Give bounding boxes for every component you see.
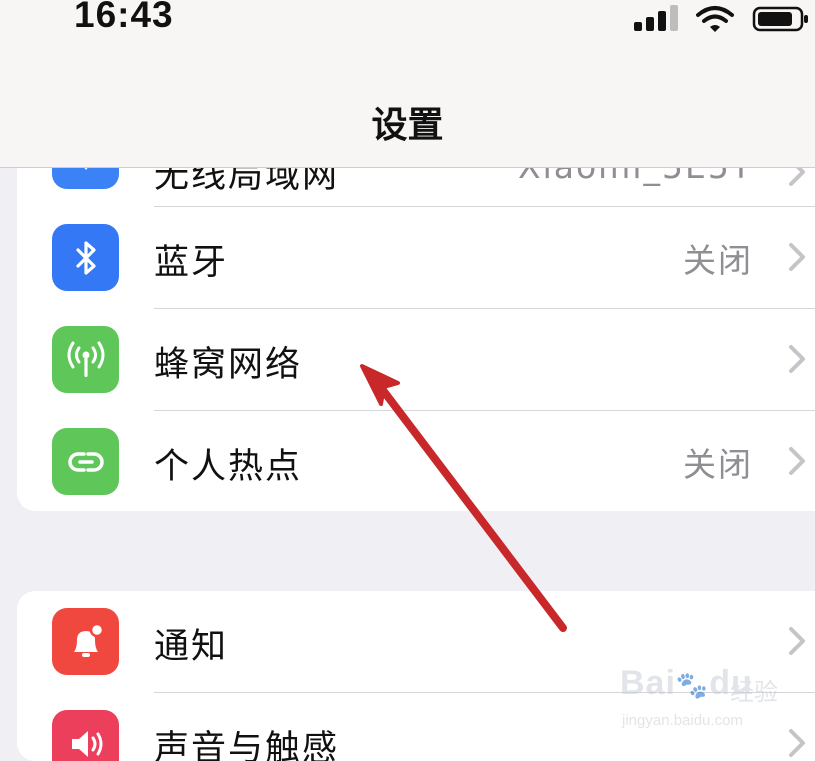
- settings-row-value: 关闭: [683, 445, 753, 484]
- settings-row-label: 通知: [154, 627, 229, 667]
- wifi-icon: [696, 6, 734, 32]
- bluetooth-icon: [52, 224, 119, 291]
- settings-row-label: 个人热点: [154, 447, 303, 487]
- chevron-right-icon: [789, 447, 805, 475]
- chevron-right-icon: [789, 345, 805, 373]
- status-time: 16:43: [74, 0, 174, 35]
- hotspot-link-icon: [52, 428, 119, 495]
- watermark-url: jingyan.baidu.com: [622, 712, 743, 729]
- status-bar: 16:43: [0, 0, 815, 40]
- battery-icon: [752, 6, 808, 32]
- chevron-right-icon: [789, 729, 805, 757]
- settings-row-label: 蜂窝网络: [154, 345, 303, 385]
- watermark-sub: 经验: [730, 678, 778, 706]
- page-title: 设置: [371, 105, 444, 146]
- chevron-right-icon: [789, 627, 805, 655]
- baidu-watermark: Bai🐾du 经验 jingyan.baidu.com: [620, 664, 780, 744]
- chevron-right-icon: [789, 243, 805, 271]
- speaker-icon: [52, 710, 119, 761]
- settings-row-hotspot[interactable]: 个人热点 关闭: [17, 411, 815, 511]
- cellular-antenna-icon: [52, 326, 119, 393]
- cellular-signal-icon: [634, 5, 678, 31]
- settings-row-bluetooth[interactable]: 蓝牙 关闭: [17, 207, 815, 309]
- navigation-header: 16:43 设置: [0, 0, 815, 168]
- settings-row-label: 声音与触感: [154, 729, 340, 761]
- settings-row-label: 蓝牙: [154, 243, 229, 283]
- settings-row-value: 关闭: [683, 241, 753, 280]
- settings-row-cellular[interactable]: 蜂窝网络: [17, 309, 815, 411]
- notification-bell-icon: [52, 608, 119, 675]
